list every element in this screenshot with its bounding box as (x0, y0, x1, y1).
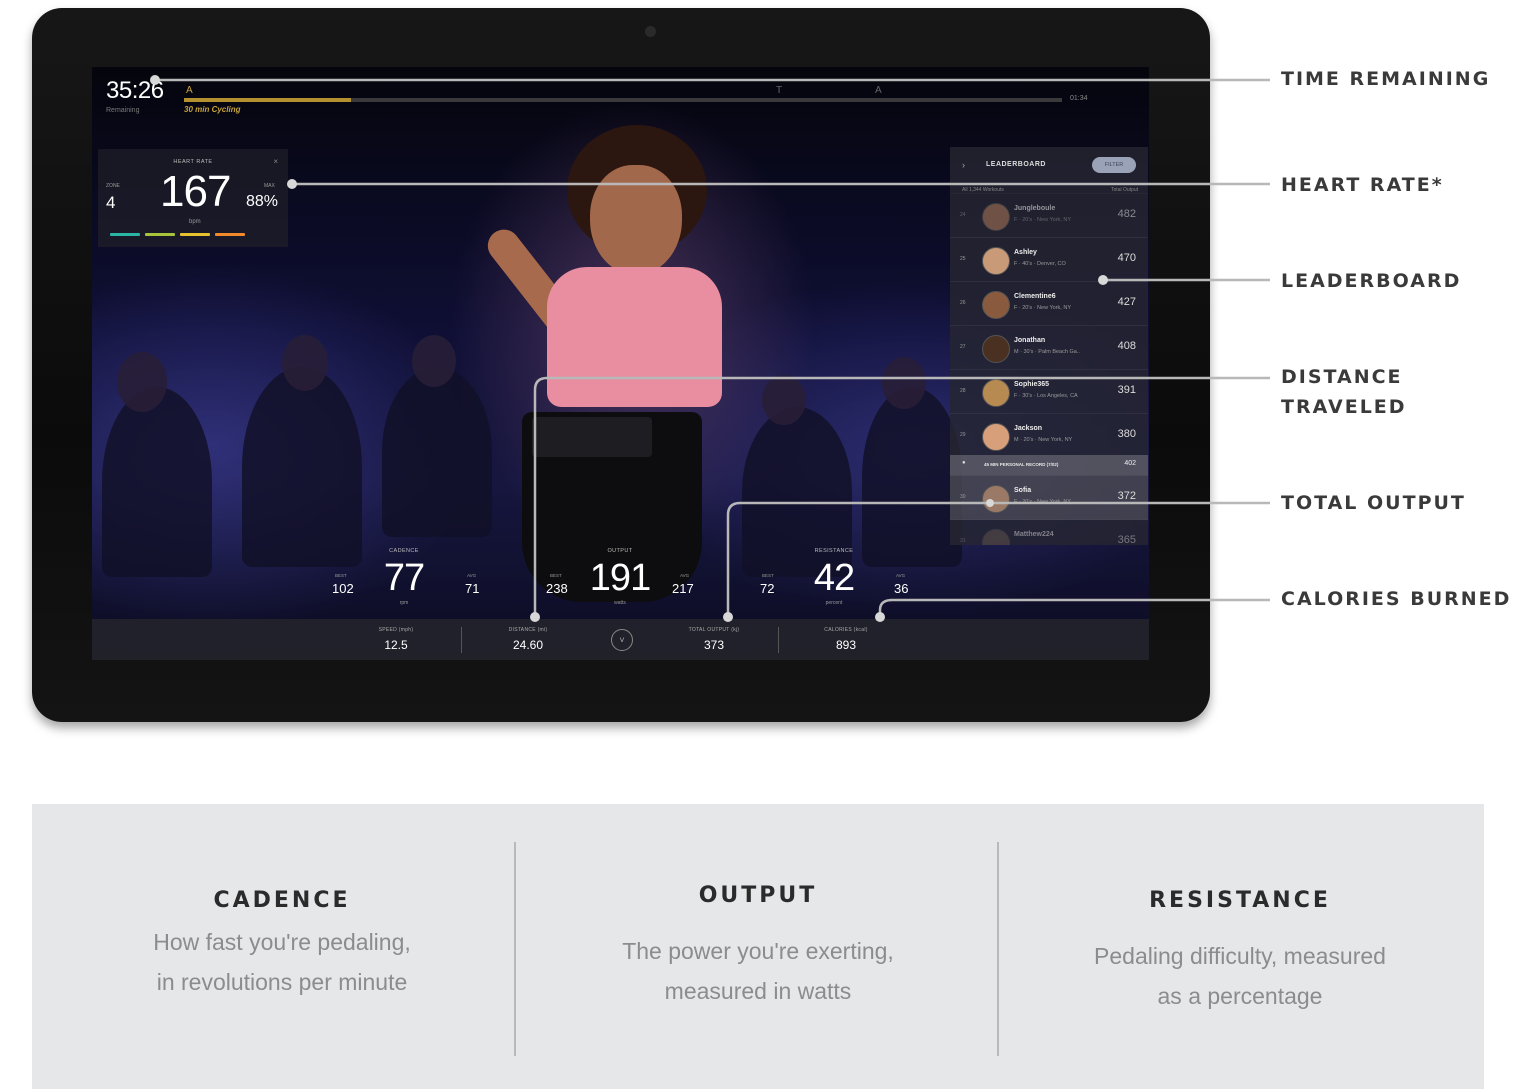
callout-dot (875, 612, 885, 622)
callout-distance-line1: DISTANCE (1281, 366, 1403, 388)
resistance-definition-line2: as a percentage (1157, 983, 1323, 1009)
callout-dot (986, 499, 994, 507)
metric-definitions-panel: CADENCE How fast you're pedaling, in rev… (32, 804, 1484, 1089)
callout-time-remaining: TIME REMAINING (1281, 68, 1491, 90)
callout-distance-line2: TRAVELED (1281, 396, 1407, 418)
callout-heart-rate: HEART RATE* (1281, 174, 1444, 196)
callout-dot (287, 179, 297, 189)
output-definition-line1: The power you're exerting, (622, 938, 894, 964)
callout-dot (150, 75, 160, 85)
output-definition-line2: measured in watts (664, 978, 852, 1004)
callout-line-calories (878, 598, 1270, 617)
callout-total-output: TOTAL OUTPUT (1281, 492, 1466, 514)
cadence-definition-line2: in revolutions per minute (156, 969, 408, 995)
callout-dot (723, 612, 733, 622)
callout-calories-burned: CALORIES BURNED (1281, 588, 1512, 610)
cadence-definition-line1: How fast you're pedaling, (153, 929, 411, 955)
callout-line-distance (533, 376, 1270, 617)
resistance-definition-line1: Pedaling difficulty, measured (1094, 943, 1386, 969)
callout-leaderboard: LEADERBOARD (1281, 270, 1462, 292)
callout-dot (1098, 275, 1108, 285)
output-definition-title: OUTPUT (698, 883, 818, 908)
callout-dot (530, 612, 540, 622)
cadence-definition-title: CADENCE (213, 888, 351, 913)
resistance-definition-title: RESISTANCE (1149, 888, 1331, 913)
